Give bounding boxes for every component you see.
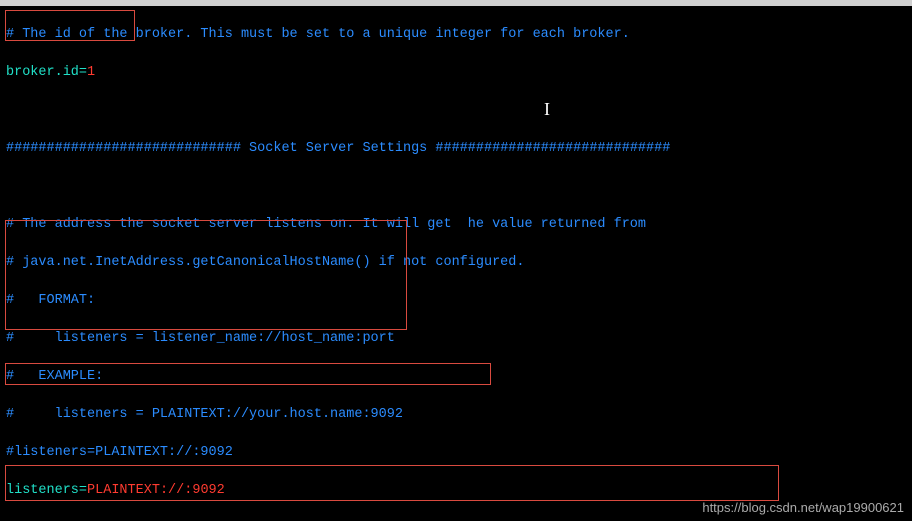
equals: = xyxy=(79,483,87,498)
comment-line: # FORMAT: xyxy=(6,291,906,310)
section-title: Socket Server Settings xyxy=(241,141,435,156)
equals: = xyxy=(79,65,87,80)
blank-line xyxy=(6,101,906,120)
hashes-right: ############################# xyxy=(435,141,670,156)
hashes-left: ############################# xyxy=(6,141,241,156)
broker-id-key: broker.id xyxy=(6,65,79,80)
editor-content[interactable]: # The id of the broker. This must be set… xyxy=(0,6,912,521)
watermark-text: https://blog.csdn.net/wap19900621 xyxy=(702,498,904,517)
listeners-key: listeners xyxy=(6,483,79,498)
terminal-window: # The id of the broker. This must be set… xyxy=(0,0,912,521)
broker-id-value: 1 xyxy=(87,65,95,80)
broker-id-line: broker.id=1 xyxy=(6,63,906,82)
comment-line: # listeners = PLAINTEXT://your.host.name… xyxy=(6,405,906,424)
comment-line: #listeners=PLAINTEXT://:9092 xyxy=(6,443,906,462)
listeners-value: PLAINTEXT://:9092 xyxy=(87,483,225,498)
comment-line: # EXAMPLE: xyxy=(6,367,906,386)
comment-line: # listeners = listener_name://host_name:… xyxy=(6,329,906,348)
comment-line: # The id of the broker. This must be set… xyxy=(6,25,906,44)
comment-line: # The address the socket server listens … xyxy=(6,215,906,234)
section-header: ############################# Socket Ser… xyxy=(6,139,906,158)
blank-line xyxy=(6,177,906,196)
comment-line: # java.net.InetAddress.getCanonicalHostN… xyxy=(6,253,906,272)
